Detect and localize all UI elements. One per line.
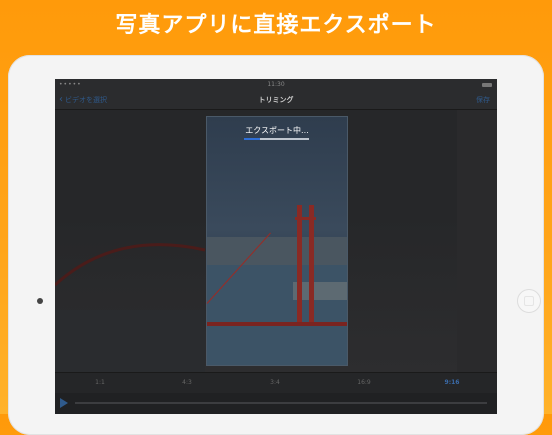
ratio-option[interactable]: 9:16	[437, 373, 467, 393]
bridge-tower-left	[297, 205, 302, 325]
export-status-label: エクスポート中...	[245, 126, 309, 135]
bridge-deck	[207, 322, 347, 326]
home-button	[517, 289, 541, 313]
ratio-option[interactable]: 16:9	[349, 373, 379, 393]
promo-headline: 写真アプリに直接エクスポート	[115, 13, 437, 38]
aspect-ratio-bar: 1:1 4:3 3:4 16:9 9:16	[55, 372, 497, 393]
page-title: トリミング	[258, 96, 294, 104]
bridge-crossbeam	[295, 217, 316, 220]
status-time: 11:30	[267, 81, 285, 88]
bridge-tower-right	[309, 205, 314, 325]
front-camera	[37, 298, 43, 304]
ratio-option[interactable]: 3:4	[260, 373, 290, 393]
ratio-option[interactable]: 1:1	[85, 373, 115, 393]
battery-icon	[482, 83, 492, 87]
canvas-right-margin	[457, 110, 497, 372]
status-bar: ••••• 11:30	[55, 79, 497, 91]
hills	[207, 237, 347, 267]
crop-frame[interactable]: エクスポート中...	[206, 116, 348, 366]
timeline-bar	[55, 393, 497, 414]
navigation-bar: ‹ ビデオを選択 トリミング 保存	[55, 91, 497, 110]
export-progress-fill	[244, 138, 261, 140]
export-progress-bar	[244, 138, 309, 140]
play-icon[interactable]	[60, 398, 68, 408]
timeline-track[interactable]	[75, 402, 487, 404]
save-button[interactable]: 保存	[476, 91, 490, 109]
app-screen: ••••• 11:30 ‹ビデオを選択 トリミング 保存 エクスポート中...	[55, 79, 497, 414]
ratio-option[interactable]: 4:3	[172, 373, 202, 393]
